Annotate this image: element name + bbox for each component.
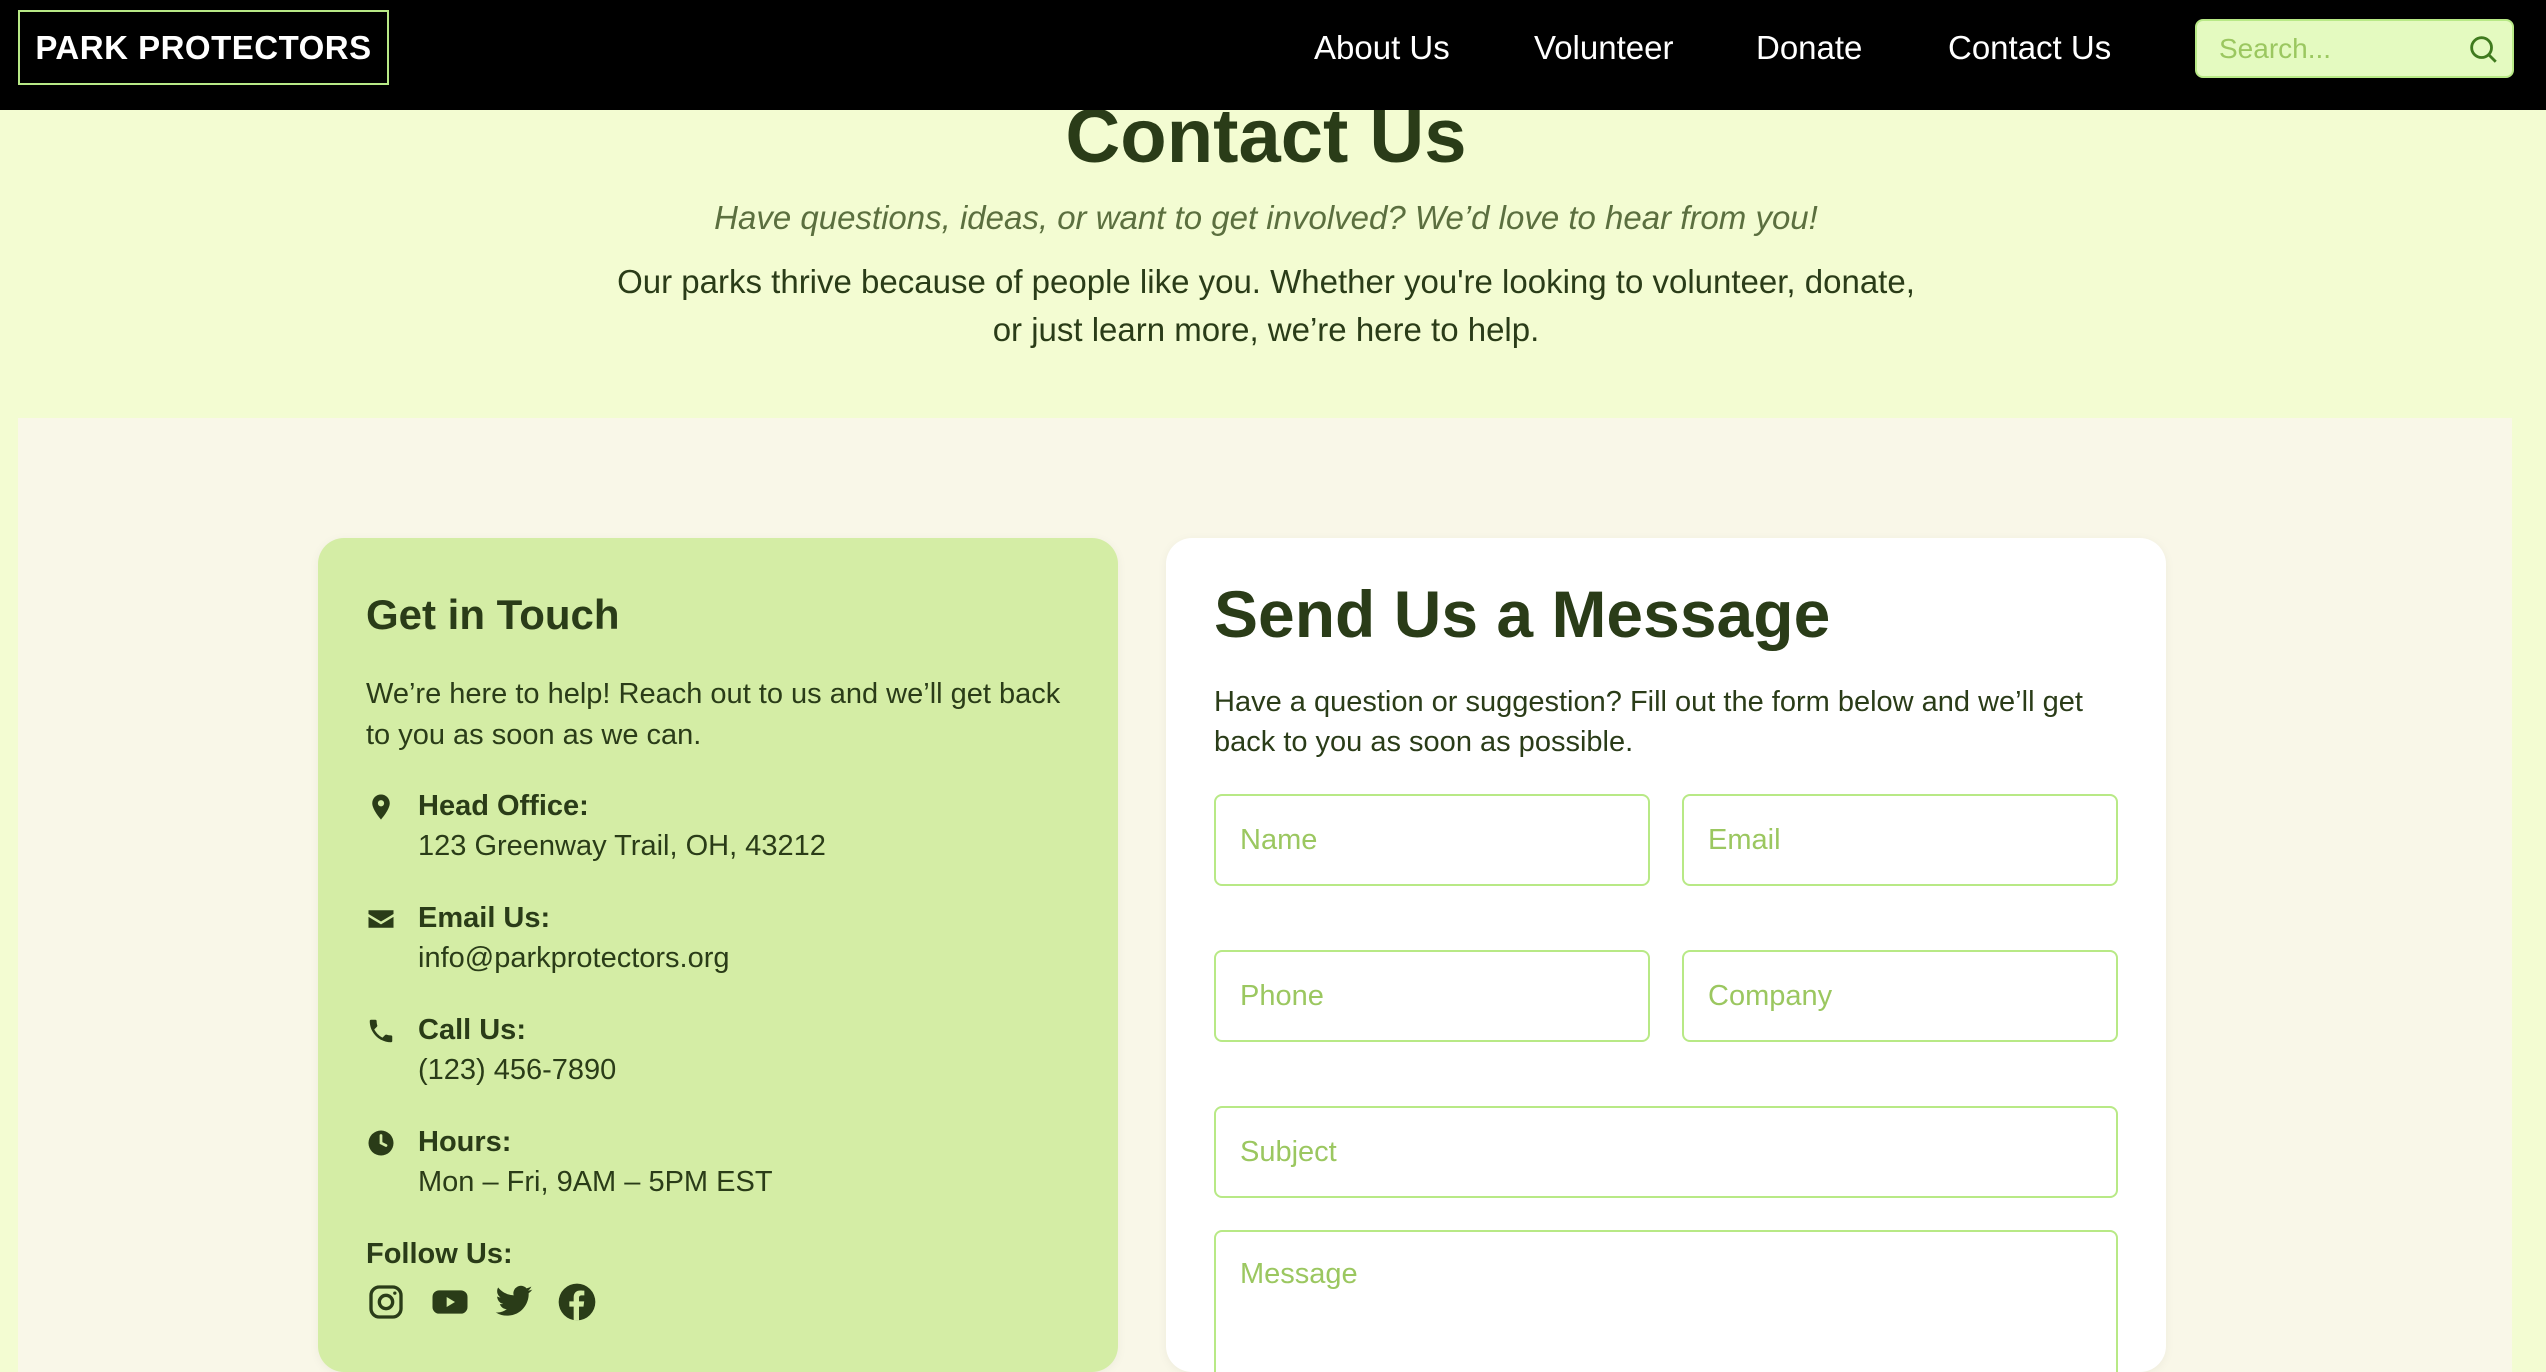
nav-link-volunteer[interactable]: Volunteer: [1534, 28, 1673, 68]
phone-field[interactable]: [1214, 950, 1650, 1042]
youtube-icon[interactable]: [430, 1282, 470, 1322]
hero-description: Our parks thrive because of people like …: [617, 263, 1915, 348]
name-field[interactable]: [1214, 794, 1650, 886]
message-field[interactable]: [1214, 1230, 2118, 1372]
top-navbar: PARK PROTECTORS About Us Volunteer Donat…: [0, 0, 2546, 110]
facebook-icon[interactable]: [557, 1282, 597, 1322]
hours-value: Mon – Fri, 9AM – 5PM EST: [418, 1166, 773, 1198]
follow-us-label: Follow Us:: [366, 1238, 513, 1270]
get-in-touch-title: Get in Touch: [366, 591, 620, 638]
call-label: Call Us:: [418, 1014, 526, 1046]
get-in-touch-description: We’re here to help! Reach out to us and …: [366, 678, 1061, 751]
instagram-icon[interactable]: [366, 1282, 406, 1322]
nav-link-about-us[interactable]: About Us: [1314, 28, 1450, 68]
email-label: Email Us:: [418, 902, 551, 934]
map-pin-icon: [372, 794, 390, 820]
company-field[interactable]: [1682, 950, 2118, 1042]
envelope-icon: [368, 910, 394, 928]
nav-link-contact-us[interactable]: Contact Us: [1948, 28, 2111, 68]
phone-icon: [369, 1019, 393, 1043]
search-icon[interactable]: [2466, 32, 2500, 66]
head-office-label: Head Office:: [418, 790, 589, 822]
email-value[interactable]: info@parkprotectors.org: [418, 940, 730, 976]
site-logo[interactable]: PARK PROTECTORS: [18, 10, 389, 85]
search-box: [2195, 19, 2514, 78]
email-field[interactable]: [1682, 794, 2118, 886]
hours-label: Hours:: [418, 1126, 512, 1158]
twitter-icon[interactable]: [494, 1282, 534, 1322]
subject-field[interactable]: [1214, 1106, 2118, 1198]
head-office-value: 123 Greenway Trail, OH, 43212: [418, 830, 826, 862]
nav-link-donate[interactable]: Donate: [1756, 28, 1862, 68]
call-value[interactable]: (123) 456-7890: [418, 1052, 616, 1088]
search-input[interactable]: [2219, 29, 2449, 69]
clock-icon: [368, 1130, 394, 1156]
hero-subtitle: Have questions, ideas, or want to get in…: [714, 199, 1818, 236]
form-title: Send Us a Message: [1214, 577, 1831, 651]
form-description: Have a question or suggestion? Fill out …: [1214, 686, 2083, 758]
